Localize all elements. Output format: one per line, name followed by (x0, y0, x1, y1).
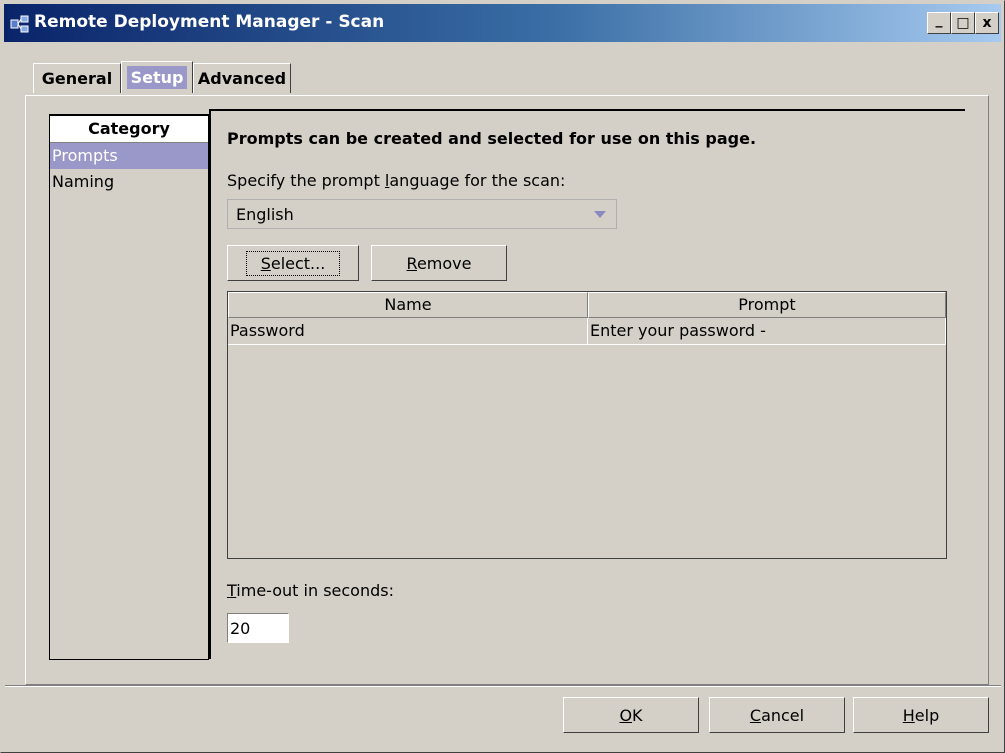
title-bar[interactable]: Remote Deployment Manager - Scan _ □ x (4, 4, 1001, 42)
tab-advanced[interactable]: Advanced (193, 63, 291, 93)
prompts-table: Name Prompt Password Enter your password… (227, 291, 947, 559)
table-cell-prompt[interactable]: Enter your password - (588, 318, 946, 345)
category-list: Category Prompts Naming (49, 114, 209, 660)
maximize-button[interactable]: □ (951, 12, 975, 34)
minimize-icon: _ (935, 12, 943, 28)
column-header-prompt[interactable]: Prompt (588, 292, 946, 318)
ok-button[interactable]: OK (563, 697, 699, 733)
chevron-down-icon (594, 211, 606, 218)
language-select-value: English (236, 205, 294, 224)
app-window: Remote Deployment Manager - Scan _ □ x G… (0, 0, 1005, 753)
tab-setup[interactable]: Setup (121, 61, 193, 93)
tab-general-label: General (41, 69, 113, 88)
tab-setup-label: Setup (126, 66, 188, 89)
category-item-prompts[interactable]: Prompts (50, 143, 208, 169)
tab-general[interactable]: General (33, 63, 121, 93)
category-item-naming[interactable]: Naming (50, 169, 208, 195)
divider-horizontal (211, 109, 965, 111)
maximize-icon: □ (956, 15, 970, 31)
close-icon: x (982, 15, 992, 31)
page-heading: Prompts can be created and selected for … (227, 129, 757, 148)
window-title: Remote Deployment Manager - Scan (34, 12, 385, 32)
language-select[interactable]: English (227, 199, 617, 229)
timeout-label: Time-out in seconds: (227, 581, 394, 600)
table-cell-name[interactable]: Password (228, 318, 588, 345)
network-app-icon (10, 15, 29, 33)
tab-advanced-label: Advanced (197, 69, 287, 88)
minimize-button[interactable]: _ (927, 12, 951, 34)
help-button[interactable]: Help (853, 697, 989, 733)
column-header-name[interactable]: Name (228, 292, 588, 318)
close-button[interactable]: x (975, 12, 999, 34)
cancel-button[interactable]: Cancel (709, 697, 845, 733)
language-label: Specify the prompt language for the scan… (227, 171, 566, 190)
timeout-input[interactable] (227, 613, 289, 643)
remove-button[interactable]: Remove (371, 245, 507, 281)
divider-vertical (209, 109, 211, 659)
category-header: Category (50, 116, 208, 143)
select-button[interactable]: Select... (227, 245, 359, 281)
